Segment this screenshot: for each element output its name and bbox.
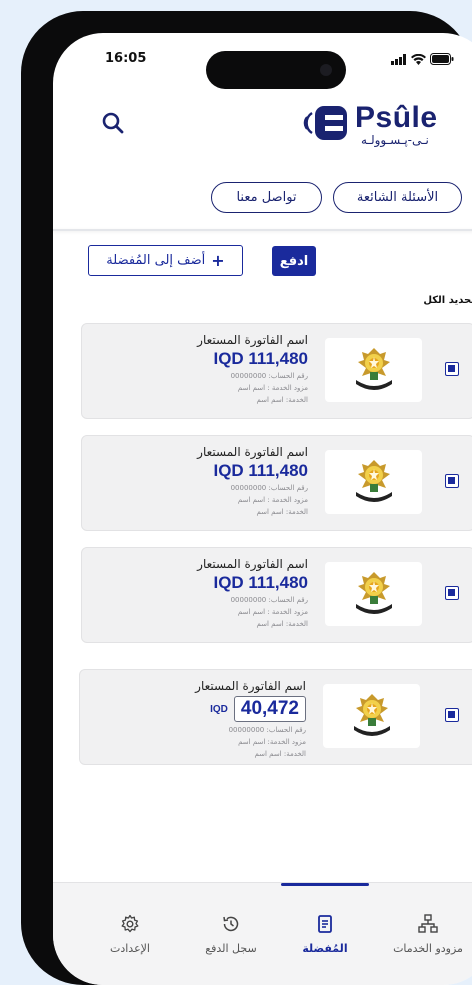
service-name: الخدمة: اسم اسم <box>254 750 306 758</box>
amount-input[interactable]: 40,472 <box>233 696 306 722</box>
amount-row: IQD 40,472 <box>176 696 306 722</box>
nav-label-history: سجل الدفع <box>205 942 257 955</box>
add-to-favorites-button[interactable]: + أضف إلى المُفضلة <box>88 245 243 276</box>
bill-card[interactable]: اسم الفاتورة المستعار IQD 111,480 رقم ال… <box>81 323 472 419</box>
bill-checkbox[interactable] <box>445 586 459 600</box>
provider-logo <box>325 562 422 626</box>
active-tab-indicator <box>281 883 369 886</box>
service-name: الخدمة: اسم اسم <box>256 620 308 628</box>
service-provider: مزود الخدمة : اسم اسم <box>237 384 308 392</box>
provider-logo <box>325 450 422 514</box>
provider-logo <box>323 684 420 748</box>
status-time: 16:05 <box>105 51 147 66</box>
bill-amount: IQD 111,480 <box>213 461 308 480</box>
service-name: الخدمة: اسم اسم <box>256 508 308 516</box>
account-number: رقم الحساب: 00000000 <box>228 726 306 734</box>
kurdistan-emblem-icon <box>355 572 392 614</box>
history-icon <box>223 916 239 932</box>
header-divider <box>53 229 472 231</box>
bill-checkbox[interactable] <box>445 708 459 722</box>
nav-item-providers[interactable]: مزودو الخدمات <box>383 913 472 955</box>
account-number: رقم الحساب: 00000000 <box>230 596 308 604</box>
sitemap-icon <box>418 914 438 933</box>
logo-wordmark: Psûle <box>355 101 438 134</box>
bill-info: اسم الفاتورة المستعار IQD 111,480 رقم ال… <box>178 556 308 630</box>
account-number: رقم الحساب: 00000000 <box>230 484 308 492</box>
bill-name: اسم الفاتورة المستعار <box>197 445 308 459</box>
bill-info: اسم الفاتورة المستعار IQD 111,480 رقم ال… <box>178 444 308 518</box>
camera-icon <box>320 64 332 76</box>
nav-item-favorites[interactable]: المُفضلة <box>280 913 370 955</box>
currency-label: IQD <box>210 703 228 715</box>
nav-label-favorites: المُفضلة <box>302 942 348 955</box>
service-provider: مزود الخدمة: اسم اسم <box>238 738 306 746</box>
service-provider: مزود الخدمة : اسم اسم <box>237 608 308 616</box>
signal-icon <box>391 53 406 65</box>
account-number: رقم الحساب: 00000000 <box>230 372 308 380</box>
nav-item-history[interactable]: سجل الدفع <box>186 913 276 955</box>
plus-icon: + <box>211 251 225 270</box>
logo-subtext: نـى-پـسـوولـه <box>361 133 429 147</box>
add-to-favorites-label: أضف إلى المُفضلة <box>106 253 206 268</box>
bill-card[interactable]: اسم الفاتورة المستعار IQD 111,480 رقم ال… <box>81 435 472 531</box>
bookmark-list-icon <box>318 915 332 933</box>
status-icons <box>391 53 454 65</box>
nav-item-settings[interactable]: الإعدادت <box>85 913 175 955</box>
bill-checkbox[interactable] <box>445 362 459 376</box>
gear-icon <box>121 914 139 933</box>
kurdistan-emblem-icon <box>355 348 392 390</box>
pay-button[interactable]: ادفع <box>272 246 316 276</box>
contact-us-link[interactable]: تواصل معنا <box>211 182 322 213</box>
bill-card[interactable]: اسم الفاتورة المستعار IQD 111,480 رقم ال… <box>81 547 472 643</box>
nav-label-settings: الإعدادت <box>110 942 150 955</box>
bill-name: اسم الفاتورة المستعار <box>197 333 308 347</box>
service-name: الخدمة: اسم اسم <box>256 396 308 404</box>
wifi-icon <box>411 53 426 65</box>
search-icon[interactable] <box>100 110 126 136</box>
kurdistan-emblem-icon <box>353 694 390 736</box>
bill-card-editable[interactable]: اسم الفاتورة المستعار IQD 40,472 رقم الح… <box>79 669 472 765</box>
nav-label-providers: مزودو الخدمات <box>393 942 463 955</box>
faq-link[interactable]: الأسئلة الشائعة <box>333 182 462 213</box>
app-screen: 16:05 Psûle نـى-پـسـوولـه الأسئلة الشائع… <box>53 33 472 985</box>
psule-logo: Psûle نـى-پـسـوولـه <box>303 101 453 151</box>
bill-name: اسم الفاتورة المستعار <box>195 679 306 693</box>
kurdistan-emblem-icon <box>355 460 392 502</box>
bill-name: اسم الفاتورة المستعار <box>197 557 308 571</box>
dynamic-island <box>206 51 346 89</box>
service-provider: مزود الخدمة : اسم اسم <box>237 496 308 504</box>
bill-info: اسم الفاتورة المستعار IQD 111,480 رقم ال… <box>178 332 308 406</box>
battery-icon <box>430 53 454 65</box>
psule-logo-icon <box>303 106 347 140</box>
bill-checkbox[interactable] <box>445 474 459 488</box>
bill-amount: IQD 111,480 <box>213 349 308 368</box>
bill-info: اسم الفاتورة المستعار IQD 40,472 رقم الح… <box>176 678 306 760</box>
phone-frame: 16:05 Psûle نـى-پـسـوولـه الأسئلة الشائع… <box>21 11 472 985</box>
select-all-link[interactable]: تحديد الكل <box>383 295 472 306</box>
provider-logo <box>325 338 422 402</box>
bill-amount: IQD 111,480 <box>213 573 308 592</box>
